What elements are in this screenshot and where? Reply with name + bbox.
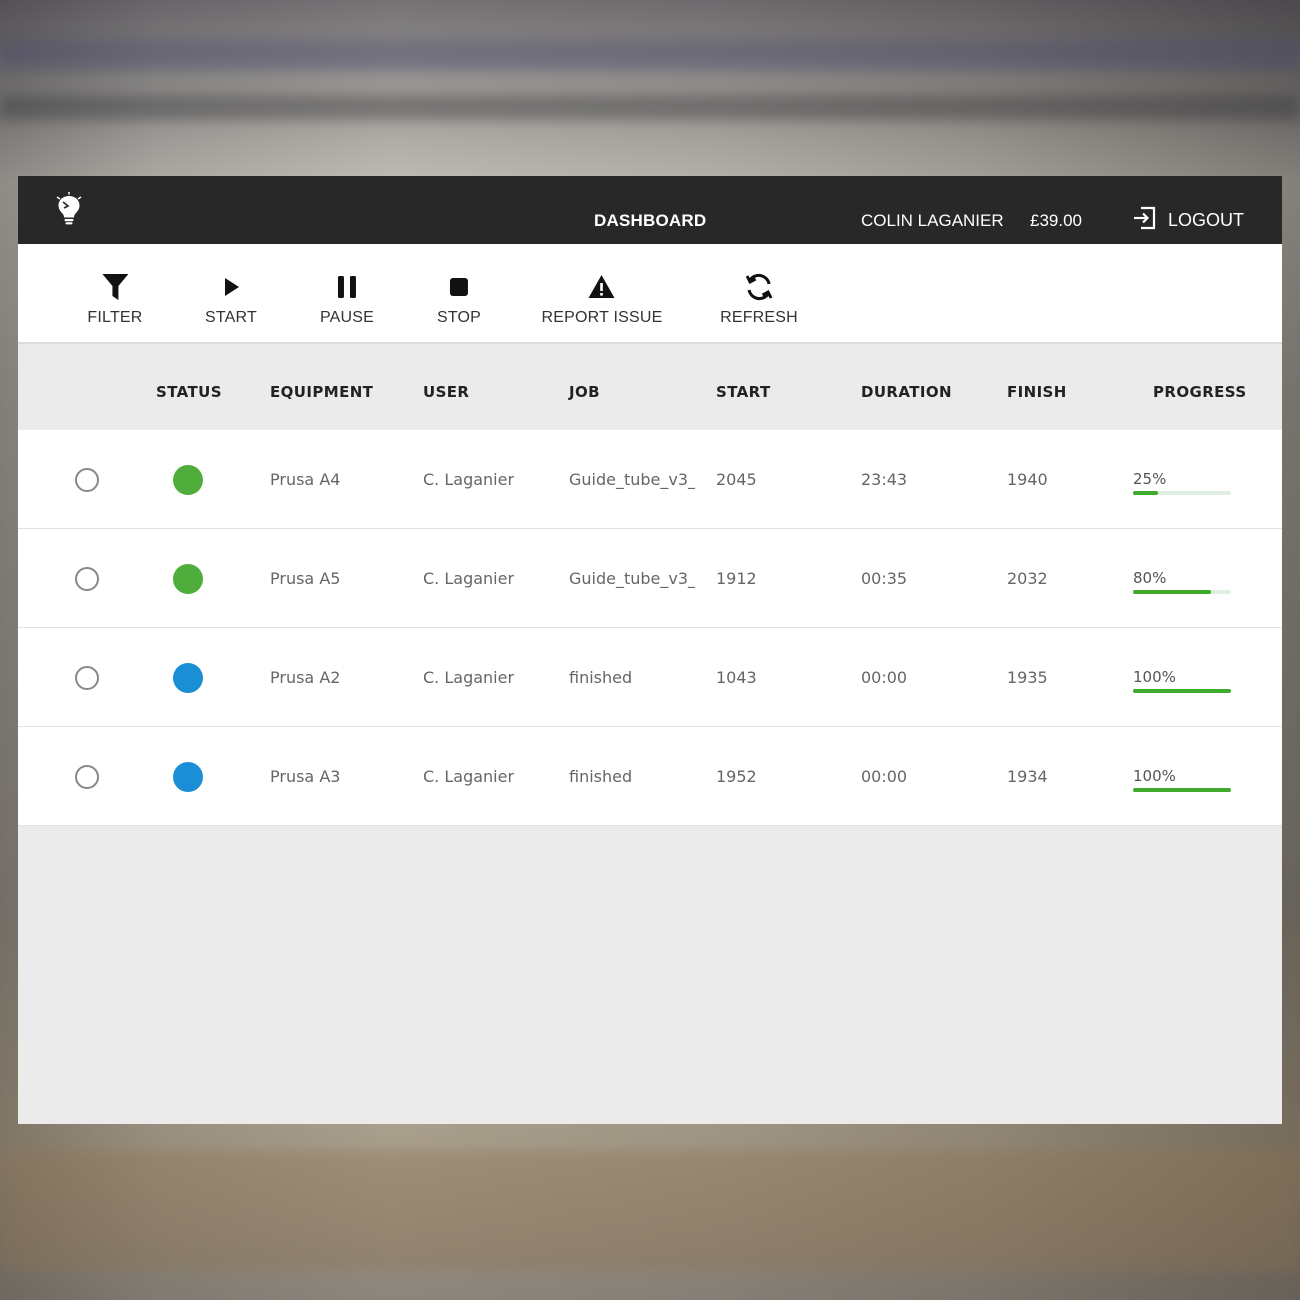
empty-table-area bbox=[18, 826, 1282, 1123]
progress-fill bbox=[1133, 788, 1231, 792]
filter-label: FILTER bbox=[87, 309, 143, 326]
report-issue-button[interactable]: REPORT ISSUE bbox=[542, 272, 663, 327]
progress-fill bbox=[1133, 590, 1212, 594]
status-indicator bbox=[173, 762, 203, 792]
page-title: DASHBOARD bbox=[594, 211, 707, 230]
user-cell: C. Laganier bbox=[423, 767, 515, 786]
progress-track bbox=[1133, 491, 1231, 495]
row-select-radio[interactable] bbox=[75, 468, 99, 492]
progress-indicator: 80% bbox=[1133, 569, 1231, 594]
stop-button[interactable]: STOP bbox=[437, 272, 481, 327]
status-indicator bbox=[173, 663, 203, 693]
lightbulb-icon[interactable] bbox=[54, 192, 84, 226]
progress-percent: 80% bbox=[1133, 569, 1167, 587]
start-label: START bbox=[205, 309, 257, 326]
equipment-cell: Prusa A4 bbox=[270, 470, 341, 489]
row-select-radio[interactable] bbox=[75, 666, 99, 690]
start-button[interactable]: START bbox=[205, 272, 257, 327]
action-toolbar: FILTER START PAUSE STOP REPORT ISSUE REF… bbox=[18, 244, 1282, 344]
table-header: STATUS EQUIPMENT USER JOB START DURATION… bbox=[18, 344, 1282, 430]
column-header-start[interactable]: START bbox=[716, 383, 771, 401]
start-cell: 1952 bbox=[716, 767, 757, 786]
start-cell: 1912 bbox=[716, 569, 757, 588]
column-header-finish[interactable]: FINISH bbox=[1007, 383, 1067, 401]
pause-button[interactable]: PAUSE bbox=[320, 272, 374, 327]
job-cell: finished bbox=[569, 767, 633, 786]
pause-icon bbox=[338, 276, 356, 298]
refresh-label: REFRESH bbox=[720, 309, 798, 326]
finish-cell: 1940 bbox=[1007, 470, 1048, 489]
progress-indicator: 100% bbox=[1133, 767, 1231, 792]
user-name: COLIN LAGANIER bbox=[861, 211, 1004, 230]
job-cell: finished bbox=[569, 668, 633, 687]
progress-fill bbox=[1133, 689, 1231, 693]
filter-button[interactable]: FILTER bbox=[87, 272, 142, 327]
column-header-duration[interactable]: DURATION bbox=[861, 383, 952, 401]
progress-fill bbox=[1133, 491, 1158, 495]
row-select-radio[interactable] bbox=[75, 765, 99, 789]
column-header-job[interactable]: JOB bbox=[569, 383, 600, 401]
table-row[interactable]: Prusa A4 C. Laganier Guide_tube_v3_ 2045… bbox=[18, 430, 1282, 529]
play-icon bbox=[225, 278, 239, 296]
table-row[interactable]: Prusa A5 C. Laganier Guide_tube_v3_ 1912… bbox=[18, 529, 1282, 628]
progress-track bbox=[1133, 590, 1231, 594]
job-cell: Guide_tube_v3_ bbox=[569, 470, 695, 489]
column-header-user[interactable]: USER bbox=[423, 383, 469, 401]
row-select-radio[interactable] bbox=[75, 567, 99, 591]
duration-cell: 00:00 bbox=[861, 668, 908, 687]
refresh-button[interactable]: REFRESH bbox=[720, 272, 798, 327]
progress-percent: 100% bbox=[1133, 767, 1176, 785]
progress-percent: 100% bbox=[1133, 668, 1176, 686]
background-blur bbox=[0, 40, 1300, 70]
duration-cell: 00:35 bbox=[861, 569, 908, 588]
progress-indicator: 100% bbox=[1133, 668, 1231, 693]
background-blur bbox=[0, 1150, 1300, 1270]
status-indicator bbox=[173, 465, 203, 495]
equipment-cell: Prusa A2 bbox=[270, 668, 341, 687]
progress-percent: 25% bbox=[1133, 470, 1167, 488]
column-header-equipment[interactable]: EQUIPMENT bbox=[270, 383, 373, 401]
background-blur bbox=[0, 95, 1300, 120]
equipment-cell: Prusa A3 bbox=[270, 767, 341, 786]
user-cell: C. Laganier bbox=[423, 569, 515, 588]
duration-cell: 00:00 bbox=[861, 767, 908, 786]
progress-track bbox=[1133, 788, 1231, 792]
dashboard-panel: DASHBOARD COLIN LAGANIER £39.00 LOGOUT F… bbox=[18, 176, 1282, 1124]
refresh-icon bbox=[745, 273, 773, 301]
table-row[interactable]: Prusa A3 C. Laganier finished 1952 00:00… bbox=[18, 727, 1282, 826]
finish-cell: 1935 bbox=[1007, 668, 1048, 687]
pause-label: PAUSE bbox=[319, 309, 375, 326]
user-cell: C. Laganier bbox=[423, 470, 515, 489]
progress-indicator: 25% bbox=[1133, 470, 1231, 495]
top-bar: DASHBOARD COLIN LAGANIER £39.00 LOGOUT bbox=[18, 176, 1282, 244]
finish-cell: 1934 bbox=[1007, 767, 1048, 786]
column-header-progress[interactable]: PROGRESS bbox=[1153, 383, 1247, 401]
table-row[interactable]: Prusa A2 C. Laganier finished 1043 00:00… bbox=[18, 628, 1282, 727]
equipment-cell: Prusa A5 bbox=[270, 569, 341, 588]
job-cell: Guide_tube_v3_ bbox=[569, 569, 695, 588]
start-cell: 2045 bbox=[716, 470, 757, 489]
filter-icon bbox=[101, 274, 128, 300]
logout-label: LOGOUT bbox=[1168, 210, 1245, 230]
user-cell: C. Laganier bbox=[423, 668, 515, 687]
account-balance: £39.00 bbox=[1030, 211, 1082, 230]
warning-icon bbox=[589, 275, 615, 298]
report-issue-label: REPORT ISSUE bbox=[541, 309, 663, 326]
logout-button[interactable]: LOGOUT bbox=[1132, 206, 1244, 235]
progress-track bbox=[1133, 689, 1231, 693]
column-header-status[interactable]: STATUS bbox=[156, 383, 222, 401]
stop-label: STOP bbox=[436, 309, 482, 326]
start-cell: 1043 bbox=[716, 668, 757, 687]
duration-cell: 23:43 bbox=[861, 470, 908, 489]
table-body: Prusa A4 C. Laganier Guide_tube_v3_ 2045… bbox=[18, 430, 1282, 826]
finish-cell: 2032 bbox=[1007, 569, 1048, 588]
logout-icon bbox=[1132, 206, 1158, 235]
stop-icon bbox=[449, 278, 468, 296]
status-indicator bbox=[173, 564, 203, 594]
